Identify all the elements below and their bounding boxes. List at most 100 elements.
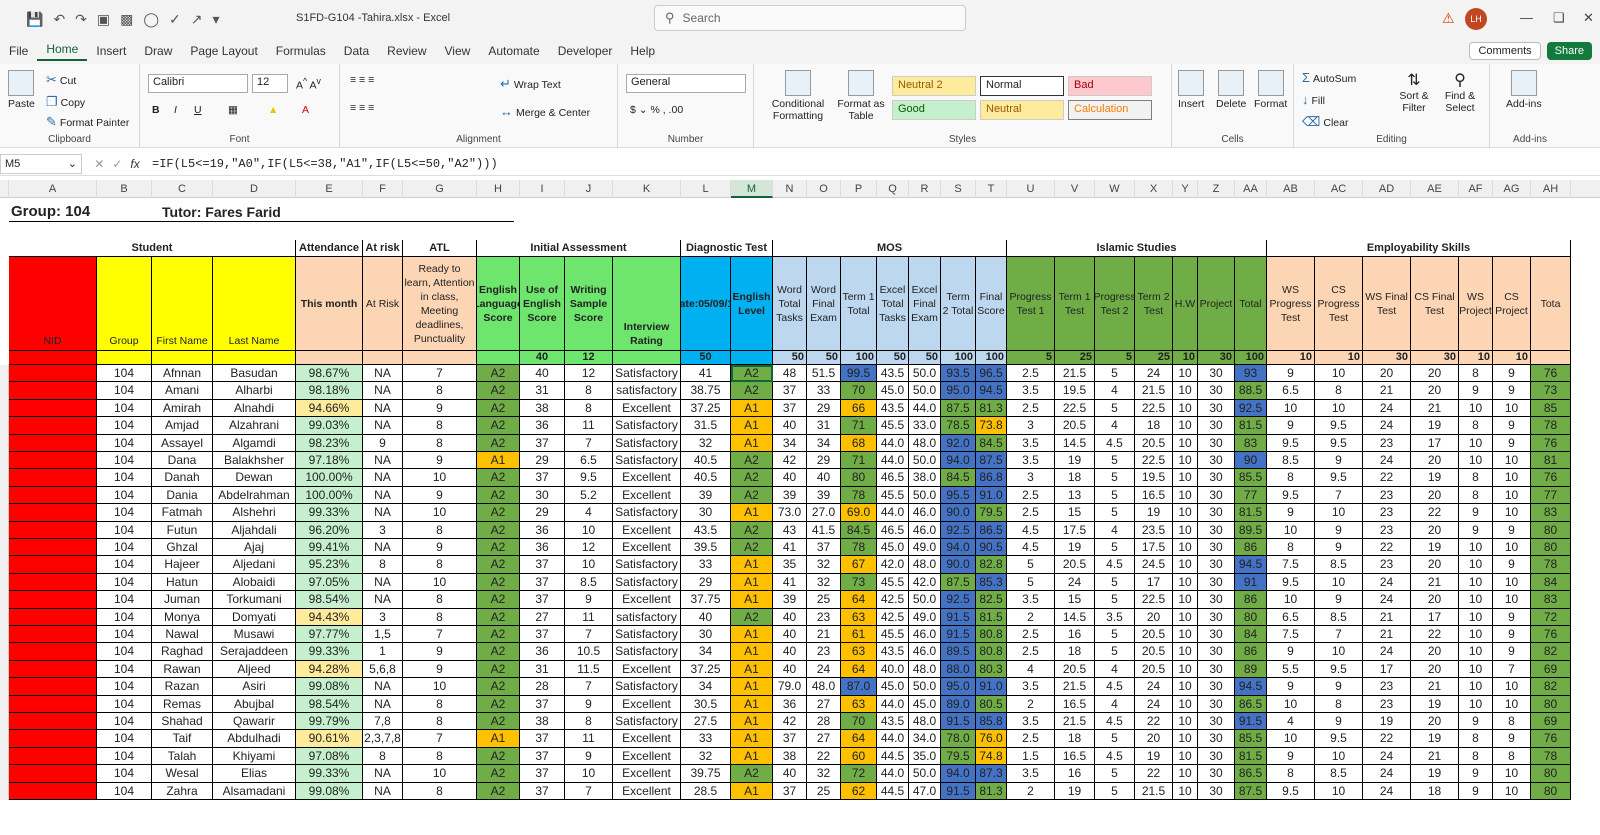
- data-cell[interactable]: 69: [1531, 713, 1571, 731]
- data-cell[interactable]: Amjad: [152, 417, 213, 435]
- data-cell[interactable]: 2,3,7,8: [363, 730, 403, 748]
- data-cell[interactable]: NA: [363, 539, 403, 557]
- data-cell[interactable]: 42.5: [877, 608, 909, 626]
- data-cell[interactable]: 27.5: [681, 713, 731, 731]
- data-cell[interactable]: 42: [773, 713, 807, 731]
- data-cell[interactable]: 45.0: [877, 539, 909, 557]
- data-cell[interactable]: 32: [807, 556, 841, 574]
- data-cell[interactable]: Dana: [152, 452, 213, 470]
- row-header[interactable]: [0, 573, 9, 592]
- data-cell[interactable]: 10: [1459, 452, 1493, 470]
- data-cell[interactable]: 5: [1095, 730, 1135, 748]
- data-cell[interactable]: 20: [1135, 608, 1173, 626]
- data-cell[interactable]: 37.25: [681, 660, 731, 679]
- data-cell[interactable]: 15: [1055, 504, 1095, 522]
- section-islamic-studies[interactable]: Islamic Studies: [1007, 240, 1267, 257]
- data-cell[interactable]: 37: [773, 730, 807, 748]
- italic-button[interactable]: I: [174, 104, 177, 116]
- data-cell[interactable]: 8: [403, 695, 477, 713]
- data-cell[interactable]: 80: [1531, 695, 1571, 713]
- data-cell[interactable]: Shahad: [152, 713, 213, 731]
- data-cell[interactable]: 10: [1173, 730, 1198, 748]
- data-cell[interactable]: 11.5: [565, 660, 613, 679]
- data-cell[interactable]: 38: [520, 713, 565, 731]
- data-cell[interactable]: 9: [403, 452, 477, 470]
- data-cell[interactable]: 30: [681, 626, 731, 644]
- data-cell[interactable]: 97.18%: [296, 452, 363, 470]
- header-pt2[interactable]: Progress Test 2: [1095, 257, 1135, 351]
- data-cell[interactable]: 63: [841, 608, 877, 626]
- tab-formulas[interactable]: Formulas: [267, 44, 335, 58]
- data-cell[interactable]: 22: [1411, 504, 1459, 522]
- data-cell[interactable]: A2: [731, 608, 773, 626]
- header-nid[interactable]: NID: [9, 257, 97, 351]
- data-cell[interactable]: 30: [1198, 469, 1235, 487]
- data-cell[interactable]: 24: [1135, 365, 1173, 383]
- data-cell[interactable]: 22: [1135, 713, 1173, 731]
- data-cell[interactable]: 10: [1493, 591, 1531, 609]
- data-cell[interactable]: 10: [1173, 417, 1198, 435]
- data-cell[interactable]: 8: [1493, 713, 1531, 731]
- data-cell[interactable]: A1: [477, 730, 520, 748]
- fill-button[interactable]: ↓ Fill: [1302, 92, 1325, 107]
- data-cell[interactable]: 9: [1315, 713, 1363, 731]
- font-name-select[interactable]: Calibri: [148, 74, 248, 93]
- data-cell[interactable]: A2: [731, 765, 773, 783]
- data-cell[interactable]: 30: [1198, 434, 1235, 452]
- max-ad[interactable]: 30: [1363, 351, 1411, 365]
- data-cell[interactable]: 49.0: [909, 608, 941, 626]
- data-cell[interactable]: 87.5: [941, 573, 976, 592]
- data-cell[interactable]: A2: [477, 365, 520, 383]
- spelling-icon[interactable]: ✓: [169, 11, 181, 28]
- data-cell[interactable]: Serajaddeen: [213, 643, 296, 661]
- data-cell[interactable]: 21.5: [1055, 678, 1095, 696]
- data-cell[interactable]: 37.25: [681, 399, 731, 418]
- data-cell[interactable]: 22: [807, 747, 841, 766]
- data-cell[interactable]: 1,5: [363, 626, 403, 644]
- data-cell[interactable]: 18: [1055, 730, 1095, 748]
- data-cell[interactable]: 32: [681, 747, 731, 766]
- max-i[interactable]: 40: [520, 351, 565, 365]
- nid-cell[interactable]: [9, 556, 97, 574]
- data-cell[interactable]: 29: [807, 399, 841, 418]
- data-cell[interactable]: 104: [97, 747, 152, 766]
- data-cell[interactable]: 37: [520, 434, 565, 452]
- style-normal[interactable]: Normal: [980, 76, 1064, 96]
- data-cell[interactable]: 11: [565, 608, 613, 626]
- row-header[interactable]: [0, 591, 9, 609]
- data-cell[interactable]: 20.5: [1055, 660, 1095, 679]
- tab-page-layout[interactable]: Page Layout: [181, 44, 266, 58]
- data-cell[interactable]: 27.0: [807, 504, 841, 522]
- data-cell[interactable]: 10: [403, 573, 477, 592]
- data-cell[interactable]: 9.5: [1315, 469, 1363, 487]
- paste-button[interactable]: Paste: [8, 70, 35, 110]
- data-cell[interactable]: 104: [97, 765, 152, 783]
- section-diagnostic-test[interactable]: Diagnostic Test: [681, 240, 773, 257]
- data-cell[interactable]: A2: [477, 626, 520, 644]
- max-w[interactable]: 5: [1095, 351, 1135, 365]
- data-cell[interactable]: 49.0: [909, 539, 941, 557]
- data-cell[interactable]: 80.8: [976, 626, 1007, 644]
- data-cell[interactable]: Remas: [152, 695, 213, 713]
- data-cell[interactable]: Wesal: [152, 765, 213, 783]
- data-cell[interactable]: 7,8: [363, 713, 403, 731]
- data-cell[interactable]: 10: [1173, 626, 1198, 644]
- data-cell[interactable]: 104: [97, 573, 152, 592]
- data-cell[interactable]: 64: [841, 730, 877, 748]
- data-cell[interactable]: 8: [1459, 365, 1493, 383]
- data-cell[interactable]: 30: [1198, 399, 1235, 418]
- data-cell[interactable]: 82.5: [976, 591, 1007, 609]
- data-cell[interactable]: 44.5: [877, 782, 909, 800]
- data-cell[interactable]: 12: [565, 539, 613, 557]
- data-cell[interactable]: 28: [807, 713, 841, 731]
- data-cell[interactable]: 24: [1363, 591, 1411, 609]
- data-cell[interactable]: 9: [1459, 782, 1493, 800]
- data-cell[interactable]: 48.0: [807, 678, 841, 696]
- function-icon[interactable]: fx: [130, 157, 139, 171]
- header-cs-proj[interactable]: CS Project: [1493, 257, 1531, 351]
- data-cell[interactable]: 41: [773, 573, 807, 592]
- data-cell[interactable]: 50.0: [909, 678, 941, 696]
- data-cell[interactable]: 10: [1315, 365, 1363, 383]
- data-cell[interactable]: 23: [1363, 678, 1411, 696]
- data-cell[interactable]: 10: [1459, 608, 1493, 626]
